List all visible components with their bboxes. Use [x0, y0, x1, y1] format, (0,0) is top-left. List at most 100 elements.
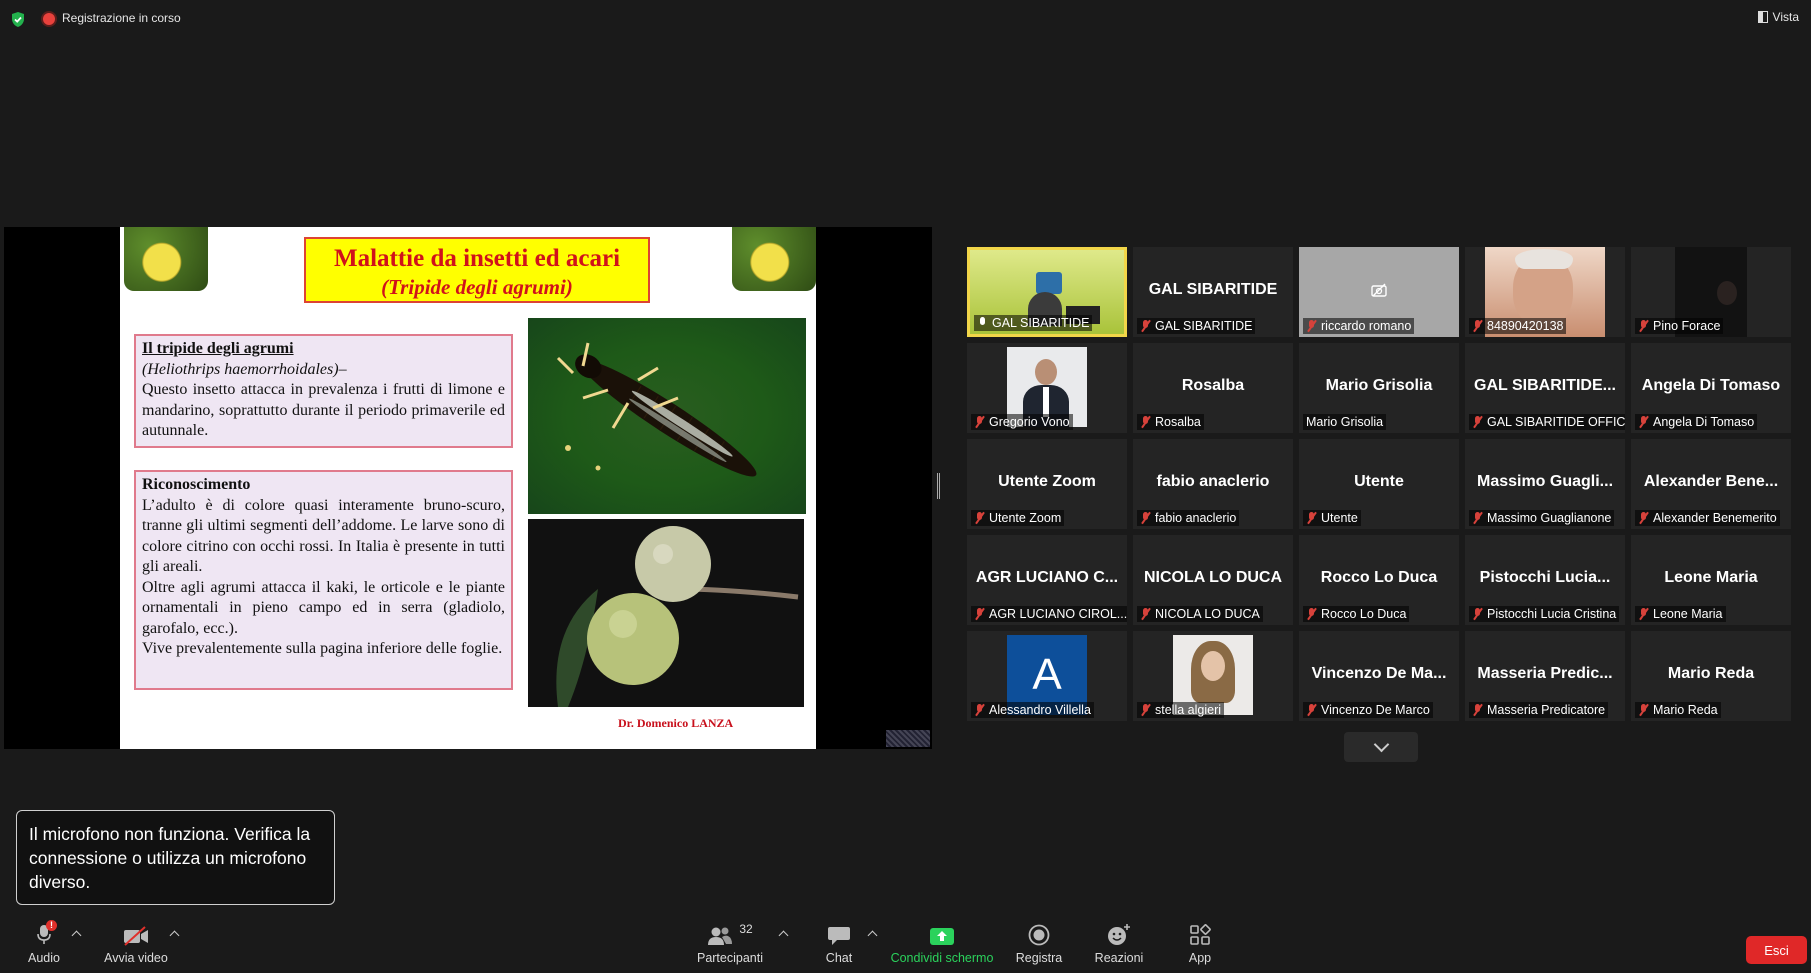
apps-button[interactable]: App: [1180, 918, 1220, 965]
shield-check-icon[interactable]: [10, 11, 26, 28]
mic-muted-icon: [974, 704, 985, 716]
participant-tile[interactable]: Angela Di Tomaso Angela Di Tomaso: [1631, 343, 1791, 433]
mic-muted-icon: [974, 416, 985, 428]
participant-tile[interactable]: Utente Utente: [1299, 439, 1459, 529]
participant-tile[interactable]: Utente Zoom Utente Zoom: [967, 439, 1127, 529]
participant-name-text: Pino Forace: [1653, 319, 1721, 333]
participant-tile[interactable]: GAL SIBARITIDE: [967, 247, 1127, 337]
participant-name-label: NICOLA LO DUCA: [1137, 606, 1263, 622]
mic-muted-icon: [1306, 512, 1317, 524]
box2-paragraph-3: Vive prevalentemente sulla pagina inferi…: [142, 640, 503, 657]
participant-name-text: Rocco Lo Duca: [1321, 607, 1407, 621]
participant-tile[interactable]: Rocco Lo Duca Rocco Lo Duca: [1299, 535, 1459, 625]
participant-tile[interactable]: GAL SIBARITIDE GAL SIBARITIDE: [1133, 247, 1293, 337]
audio-button[interactable]: ! Audio: [24, 918, 64, 965]
chat-button[interactable]: Chat: [818, 918, 860, 965]
mic-muted-icon: [1140, 416, 1151, 428]
participant-name-label: Vincenzo De Marco: [1303, 702, 1433, 718]
avatar-letter: A: [1032, 650, 1062, 699]
participant-name-text: Gregorio Vono: [989, 415, 1070, 429]
participant-name-text: AGR LUCIANO CIROL...: [989, 607, 1127, 621]
apps-grid-icon: [1190, 924, 1211, 945]
mic-muted-icon: [1306, 704, 1317, 716]
participant-name-text: Mario Grisolia: [1306, 415, 1384, 429]
participant-display-name: Massimo Guagli...: [1476, 473, 1614, 490]
participant-tile[interactable]: riccardo romano: [1299, 247, 1459, 337]
participants-options-caret[interactable]: [778, 930, 789, 941]
participant-display-name: NICOLA LO DUCA: [1143, 569, 1283, 586]
chat-options-caret[interactable]: [867, 930, 878, 941]
participant-tile[interactable]: Vincenzo De Ma... Vincenzo De Marco: [1299, 631, 1459, 721]
record-label: Registra: [1015, 951, 1063, 965]
participant-tile[interactable]: Alexander Bene... Alexander Benemerito: [1631, 439, 1791, 529]
participant-tile[interactable]: NICOLA LO DUCA NICOLA LO DUCA: [1133, 535, 1293, 625]
participant-name-label: GAL SIBARITIDE: [974, 315, 1093, 331]
slide-text-box-tripide: Il tripide degli agrumi (Heliothrips hae…: [134, 334, 513, 448]
mic-muted-icon: [974, 608, 985, 620]
participant-name-label: Massimo Guaglianone: [1469, 510, 1615, 526]
participant-tile[interactable]: Mario Grisolia Mario Grisolia: [1299, 343, 1459, 433]
participants-icon: [708, 927, 733, 945]
participants-count: 32: [739, 922, 753, 936]
participant-tile[interactable]: Massimo Guagli... Massimo Guaglianone: [1465, 439, 1625, 529]
participant-display-name: Rosalba: [1181, 377, 1245, 394]
participant-tile[interactable]: 84890420138: [1465, 247, 1625, 337]
participant-tile[interactable]: Gregorio Vono: [967, 343, 1127, 433]
recording-status[interactable]: Registrazione in corso: [62, 11, 181, 25]
chat-bubble-icon: [828, 927, 850, 945]
participant-tile[interactable]: Leone Maria Leone Maria: [1631, 535, 1791, 625]
emoji-plus-icon: [1108, 924, 1130, 945]
share-screen-button[interactable]: Condividi schermo: [888, 918, 996, 965]
exit-meeting-button[interactable]: Esci: [1746, 936, 1807, 964]
start-video-button[interactable]: Avvia video: [100, 918, 172, 965]
view-button[interactable]: Vista: [1757, 10, 1799, 24]
gallery-next-page-button[interactable]: [1344, 732, 1418, 762]
camera-off-icon: [1371, 283, 1387, 297]
mic-muted-icon: [1638, 704, 1649, 716]
slide-corner-mark: [886, 730, 930, 747]
participant-name-label: Gregorio Vono: [971, 414, 1073, 430]
participant-display-name: fabio anaclerio: [1156, 473, 1270, 490]
thrips-photo: [528, 318, 806, 514]
mic-muted-icon: [1638, 320, 1649, 332]
record-button[interactable]: Registra: [1012, 918, 1066, 965]
participant-tile[interactable]: fabio anaclerio fabio anaclerio: [1133, 439, 1293, 529]
participant-name-text: Rosalba: [1155, 415, 1201, 429]
participant-name-text: Masseria Predicatore: [1487, 703, 1606, 717]
participant-name-label: Utente Zoom: [971, 510, 1065, 526]
participant-display-name: Leone Maria: [1664, 569, 1758, 586]
slide-subtitle: (Tripide degli agrumi): [381, 275, 573, 299]
participant-display-name: Mario Grisolia: [1325, 377, 1433, 394]
view-layout-icon: [1757, 11, 1768, 23]
participant-tile[interactable]: AGR LUCIANO C... AGR LUCIANO CIROL...: [967, 535, 1127, 625]
participants-button[interactable]: 32 Partecipanti: [693, 918, 767, 965]
participant-name-label: GAL SIBARITIDE OFFICE: [1469, 414, 1625, 430]
participant-tile[interactable]: Pino Forace: [1631, 247, 1791, 337]
participant-name-text: Pistocchi Lucia Cristina: [1487, 607, 1617, 621]
audio-options-caret[interactable]: [71, 930, 82, 941]
participant-name-label: Utente: [1303, 510, 1361, 526]
participant-name-label: stella algieri: [1137, 702, 1225, 718]
participant-name-label: Masseria Predicatore: [1469, 702, 1609, 718]
participant-tile[interactable]: stella algieri: [1133, 631, 1293, 721]
mic-muted-icon: [1306, 320, 1317, 332]
participant-tile[interactable]: A Alessandro Villella: [967, 631, 1127, 721]
lemon-fruit-photo: [528, 519, 804, 707]
participant-display-name: Utente: [1354, 473, 1404, 490]
participant-name-text: Mario Reda: [1653, 703, 1718, 717]
reactions-button[interactable]: Reazioni: [1090, 918, 1148, 965]
participant-display-name: Angela Di Tomaso: [1641, 377, 1781, 394]
mic-muted-icon: [1140, 512, 1151, 524]
participant-tile[interactable]: GAL SIBARITIDE... GAL SIBARITIDE OFFICE: [1465, 343, 1625, 433]
split-view-resize-handle[interactable]: [937, 473, 940, 499]
participant-display-name: Vincenzo De Ma...: [1311, 665, 1447, 682]
mic-muted-icon: [1472, 416, 1483, 428]
mic-muted-icon: [1472, 320, 1483, 332]
participant-tile[interactable]: Mario Reda Mario Reda: [1631, 631, 1791, 721]
participant-tile[interactable]: Pistocchi Lucia... Pistocchi Lucia Cristi…: [1465, 535, 1625, 625]
participant-name-label: Rosalba: [1137, 414, 1204, 430]
mic-muted-icon: [1140, 704, 1151, 716]
participant-tile[interactable]: Rosalba Rosalba: [1133, 343, 1293, 433]
participant-tile[interactable]: Masseria Predic... Masseria Predicatore: [1465, 631, 1625, 721]
slide-credit: Dr. Domenico LANZA: [618, 716, 734, 730]
